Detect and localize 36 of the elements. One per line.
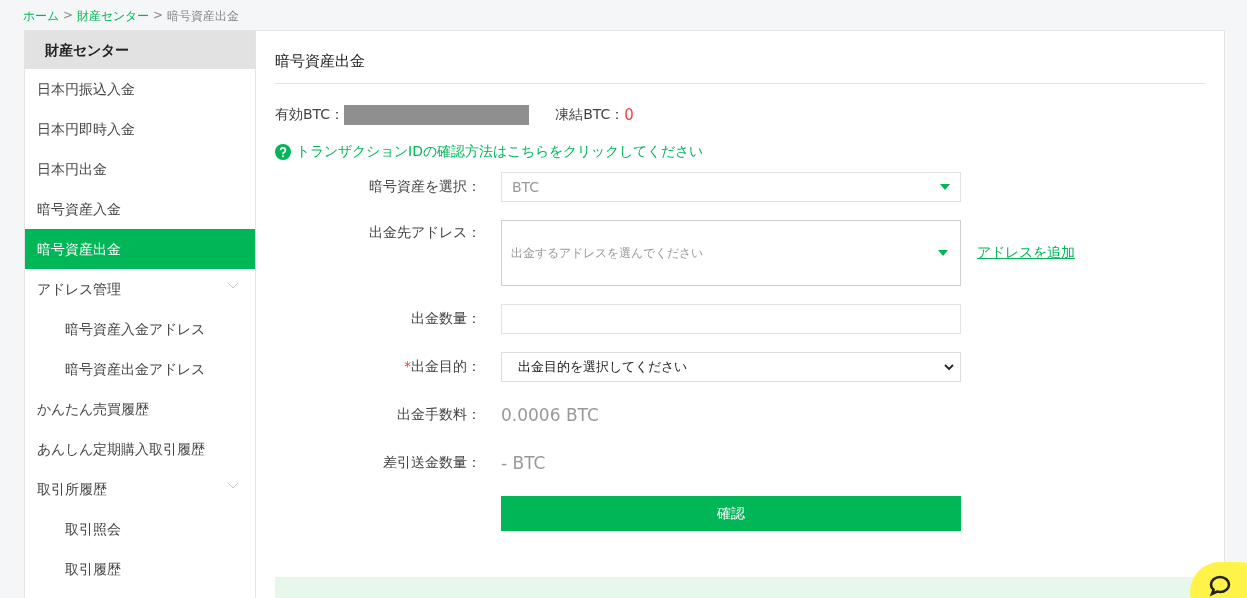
balance-label: 有効BTC： [275,106,345,124]
caret-icon [938,250,948,256]
field-value: 0.0006 BTC [501,405,599,425]
amount-input[interactable] [501,304,961,334]
help-icon [275,144,291,160]
breadcrumb-separator: > [153,8,164,24]
sidebar-item[interactable]: かんたん売買履歴 [25,389,255,429]
chat-icon [1208,574,1232,598]
sidebar-item[interactable]: 暗号資産入金 [25,189,255,229]
balance-value: 0 [624,106,634,124]
balance-label: 凍結BTC： [555,106,625,124]
field-value: - BTC [501,453,546,473]
caret-icon [940,184,950,190]
purpose-select[interactable]: 出金目的を選択してください [501,352,961,382]
sidebar-subitem[interactable]: 暗号資産入金アドレス [25,309,255,349]
field-label: 差引送金数量： [383,454,481,470]
chevron-icon [944,363,954,371]
breadcrumb-separator: > [63,8,74,24]
panel-title: 暗号資産出金 [275,31,1205,84]
sidebar-item[interactable]: あんしん定期購入取引履歴 [25,429,255,469]
sidebar-item[interactable]: 日本円即時入金 [25,109,255,149]
required-mark: * [404,358,411,374]
field-label: 出金目的： [411,358,481,374]
field-label: 出金手数料： [397,406,481,422]
breadcrumb-current: 暗号資産出金 [167,8,240,25]
field-label: 出金数量： [411,310,481,326]
sidebar-subitem[interactable]: 取引履歴 [25,549,255,589]
field-label: 暗号資産を選択： [369,178,481,194]
sidebar-item[interactable]: 日本円出金 [25,149,255,189]
field-label: 出金先アドレス： [369,224,481,240]
sidebar-subitem[interactable]: 暗号資産出金アドレス [25,349,255,389]
sidebar-title: 財産センター [25,31,255,69]
sidebar-subitem[interactable]: 取引照会 [25,509,255,549]
sidebar-item[interactable]: 日本円振込入金 [25,69,255,109]
sidebar-item[interactable]: 取引所履歴 [25,469,255,509]
sidebar-item[interactable]: アドレス管理 [25,269,255,309]
